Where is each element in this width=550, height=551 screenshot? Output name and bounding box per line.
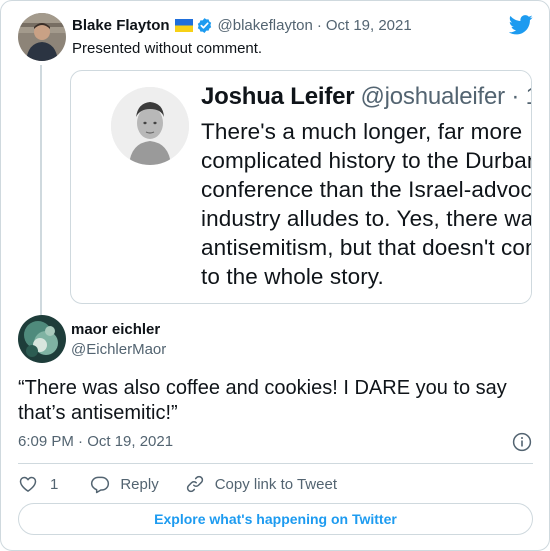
embedded-line: to the whole story.: [201, 264, 384, 289]
copy-link-button[interactable]: Copy link to Tweet: [185, 474, 337, 494]
copy-link-label: Copy link to Tweet: [214, 475, 337, 493]
explore-twitter-button[interactable]: Explore what's happening on Twitter: [18, 503, 533, 535]
tweet-card: Blake Flayton @blakeflayton · Oct 19, 20…: [0, 0, 550, 551]
heart-icon: [19, 476, 37, 492]
reply-button[interactable]: Reply: [90, 474, 159, 494]
link-icon: [186, 475, 203, 493]
screenshot-content: Joshua Leifer@joshualeifer · 10h There's…: [83, 71, 532, 303]
embedded-header: Joshua Leifer@joshualeifer · 10h: [201, 83, 531, 111]
reply-handle[interactable]: @EichlerMaor: [71, 341, 166, 358]
parent-handle[interactable]: @blakeflayton: [218, 17, 313, 34]
parent-display-name[interactable]: Blake Flayton: [72, 17, 170, 34]
embedded-line: industry alludes to. Yes, there was: [201, 206, 532, 231]
divider: [18, 463, 533, 464]
parent-avatar[interactable]: [18, 13, 66, 61]
reply-bubble-icon: [91, 476, 110, 494]
reply-display-name[interactable]: maor eichler: [71, 321, 160, 338]
embedded-display-name: Joshua Leifer: [201, 83, 355, 110]
embedded-line: conference than the Israel-advoca: [201, 177, 532, 202]
like-count: 1: [50, 475, 59, 493]
parent-header: Blake Flayton @blakeflayton · Oct 19, 20…: [72, 17, 412, 34]
reply-timestamp[interactable]: 6:09 PM · Oct 19, 2021: [18, 433, 173, 450]
reply-avatar[interactable]: [18, 315, 66, 363]
separator-dot: ·: [316, 17, 322, 34]
parent-tweet-text: Presented without comment.: [72, 40, 263, 57]
embedded-avatar: [111, 87, 189, 165]
like-button[interactable]: 1: [18, 474, 58, 494]
thread-line: [40, 65, 42, 315]
info-icon[interactable]: [512, 432, 532, 452]
embedded-line: There's a much longer, far more: [201, 119, 523, 144]
twitter-bird-icon[interactable]: [509, 15, 533, 35]
reply-tweet-text: “There was also coffee and cookies! I DA…: [18, 377, 507, 424]
action-bar: 1 Reply Copy link to Tweet: [18, 473, 337, 495]
verified-badge-icon: [197, 18, 211, 33]
embedded-tweet-screenshot[interactable]: Joshua Leifer@joshualeifer · 10h There's…: [70, 70, 532, 304]
parent-date[interactable]: Oct 19, 2021: [326, 17, 412, 34]
embedded-handle-time: @joshualeifer · 10h: [360, 83, 531, 110]
embedded-tweet-body: There's a much longer, far more complica…: [201, 117, 532, 291]
embedded-line: complicated history to the Durban: [201, 148, 532, 173]
ukraine-flag-icon: [174, 19, 193, 32]
embedded-line: antisemitism, but that doesn't con: [201, 235, 532, 260]
reply-label: Reply: [120, 475, 159, 493]
